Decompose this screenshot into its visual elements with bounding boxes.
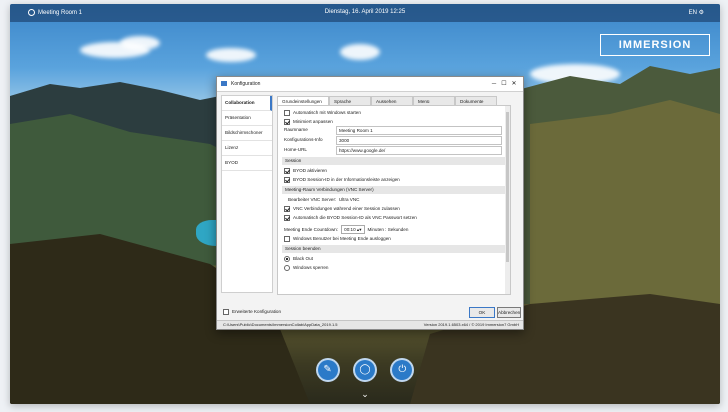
byod-enable-label: BYOD aktivieren (293, 168, 327, 173)
extended-config-label: Erweiterte Konfiguration (232, 309, 282, 315)
chevron-down-icon[interactable]: ⌄ (10, 389, 720, 400)
autostart-checkbox[interactable] (284, 109, 290, 116)
radio-windows-option[interactable]: Windows sperren (284, 264, 329, 271)
section-vnc: Meeting-Raum Verbindungen (VNC Server) (282, 186, 505, 194)
byod-session-option[interactable]: BYOD Session-ID in der Informationsleist… (284, 176, 400, 183)
radio-blackout-option[interactable]: Black Out (284, 255, 313, 262)
vnc-auto-label: Automatisch die BYOD Session-ID als VNC … (293, 215, 417, 220)
extended-config-checkbox[interactable] (223, 309, 229, 315)
vnc-auto-option[interactable]: Automatisch die BYOD Session-ID als VNC … (284, 214, 417, 221)
status-version: Version 2019.1.6503.x64 / © 2019 Immersi… (423, 322, 519, 327)
minimize-icon[interactable]: ─ (489, 81, 499, 87)
vnc-connect-option[interactable]: VNC Verbindungen während einer Session z… (284, 205, 400, 212)
home-url-label: Home-URL (284, 147, 307, 152)
settings-panel: Automatisch mit Windows starten Minimier… (277, 105, 511, 295)
circle-icon[interactable]: ◯ (353, 358, 377, 382)
byod-enable-option[interactable]: BYOD aktivieren (284, 167, 327, 174)
category-bildschirmschoner[interactable]: Bildschirmschoner (222, 126, 272, 141)
config-info-input[interactable]: 3000 (336, 136, 502, 145)
power-icon[interactable]: ⏻ (390, 358, 415, 382)
scrollbar-thumb[interactable] (506, 112, 509, 262)
dialog-title: Konfiguration (231, 81, 261, 87)
configuration-dialog: Konfiguration ─ ☐ ✕ Collaboration Präsenta… (216, 76, 524, 330)
blackout-radio[interactable] (284, 255, 290, 262)
ok-button[interactable]: OK (469, 307, 495, 318)
immersion-logo: IMMERSION (600, 34, 710, 56)
vnc-connect-checkbox[interactable] (284, 205, 290, 212)
byod-session-checkbox[interactable] (284, 176, 290, 183)
language-label: EN (688, 10, 697, 16)
status-bar: C:\Users\Public\Documents\ImmersionColla… (217, 320, 523, 329)
category-byod[interactable]: BYOD (222, 156, 272, 171)
room-name-input[interactable]: Meeting Room 1 (336, 126, 502, 135)
cancel-button[interactable]: Abbrechen (497, 307, 521, 318)
autostart-label: Automatisch mit Windows starten (293, 110, 361, 115)
vnc-server-value[interactable]: Ultra VNC (339, 197, 360, 202)
settings-icon[interactable]: ⚙ (699, 10, 704, 16)
close-icon[interactable]: ✕ (509, 80, 519, 87)
countdown-unit: Minuten : Sekunden (367, 227, 409, 232)
windows-logout-checkbox[interactable] (284, 235, 290, 242)
countdown-stepper[interactable]: 00:10 ▴▾ (341, 225, 365, 234)
blackout-label: Black Out (293, 256, 313, 261)
vnc-server-row: Bearbeiter VNC Server: Ultra VNC (288, 196, 360, 203)
dialog-titlebar[interactable]: Konfiguration ─ ☐ ✕ (217, 77, 523, 92)
config-info-label: Konfigurations-Info (284, 137, 323, 142)
status-path: C:\Users\Public\Documents\ImmersionColla… (223, 322, 338, 327)
windows-lock-radio[interactable] (284, 264, 290, 271)
category-praesentation[interactable]: Präsentation (222, 111, 272, 126)
minimize-checkbox[interactable] (284, 118, 290, 125)
minimize-label: Minimiert anpassen (293, 119, 333, 124)
windows-lock-label: Windows sperren (293, 265, 329, 270)
vnc-server-label: Bearbeiter VNC Server: (288, 197, 337, 202)
category-collaboration[interactable]: Collaboration (222, 96, 272, 111)
extended-config-option[interactable]: Erweiterte Konfiguration (223, 309, 281, 315)
windows-logout-option[interactable]: Windows Benutzer bei Meeting Ende auslog… (284, 235, 391, 242)
dock: ✎ ◯ ⏻ (10, 358, 720, 382)
room-name-label: Raumname (284, 127, 308, 132)
app-icon (221, 81, 227, 86)
home-url-input[interactable]: https://www.google.de/ (336, 146, 502, 155)
section-session-end: Session beenden (282, 245, 505, 253)
section-session: Session (282, 157, 505, 165)
countdown-row: Meeting Ende Countdown: 00:10 ▴▾ Minuten :… (284, 225, 409, 234)
category-list: Collaboration Präsentation Bildschirmsch… (221, 95, 273, 293)
datetime: Dienstag, 16. April 2019 12:25 (324, 9, 406, 15)
countdown-value: 00:10 (344, 227, 356, 232)
autostart-option[interactable]: Automatisch mit Windows starten (284, 109, 361, 116)
windows-logout-label: Windows Benutzer bei Meeting Ende auslog… (293, 236, 391, 241)
byod-session-label: BYOD Session-ID in der Informationsleist… (293, 177, 400, 182)
pen-icon[interactable]: ✎ (315, 358, 340, 382)
category-lizenz[interactable]: Lizenz (222, 141, 272, 156)
scrollbar[interactable] (505, 106, 510, 294)
minimize-option[interactable]: Minimiert anpassen (284, 118, 333, 125)
top-bar: Meeting Room 1 Dienstag, 16. April 2019 … (10, 4, 720, 22)
maximize-icon[interactable]: ☐ (499, 80, 509, 87)
byod-enable-checkbox[interactable] (284, 167, 290, 174)
vnc-connect-label: VNC Verbindungen während einer Session z… (293, 206, 400, 211)
countdown-label: Meeting Ende Countdown: (284, 227, 339, 232)
vnc-auto-checkbox[interactable] (284, 214, 290, 221)
language-selector[interactable]: EN ⚙ (689, 9, 704, 16)
